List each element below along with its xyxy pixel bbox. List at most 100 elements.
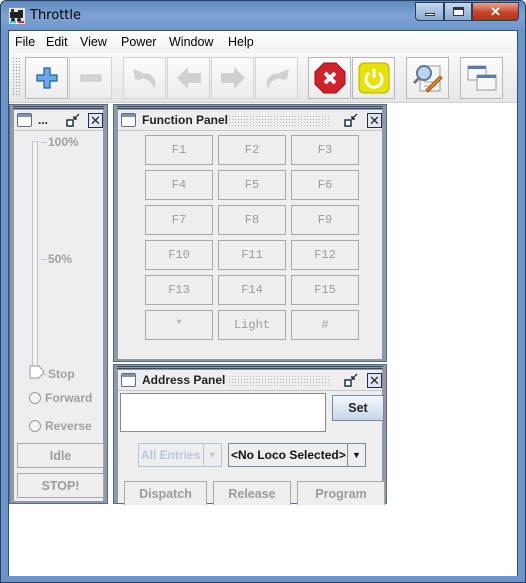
emergency-stop-button[interactable] xyxy=(308,57,351,99)
release-button[interactable]: Release xyxy=(213,481,291,505)
function-panel-close-button[interactable]: ✕ xyxy=(367,113,382,128)
undo-arrow-icon xyxy=(132,69,155,89)
toolbar-grip[interactable] xyxy=(12,57,20,97)
slider-label-100: 100% xyxy=(48,135,79,149)
address-panel-frame: Address Panel ✕ Set All Entries ▼ <No Lo… xyxy=(113,364,387,505)
speed-slider-thumb[interactable] xyxy=(29,365,45,379)
roster-filter-select: All Entries ▼ xyxy=(138,443,222,467)
windows-button[interactable] xyxy=(460,57,503,99)
toolbar xyxy=(9,53,517,103)
next-button[interactable] xyxy=(211,57,254,99)
roster-filter-value: All Entries xyxy=(141,448,201,462)
function-panel-title-bar[interactable]: Function Panel ✕ xyxy=(118,110,382,131)
menu-edit[interactable]: Edit xyxy=(46,35,68,49)
menu-file[interactable]: File xyxy=(15,35,35,49)
restore-icon[interactable] xyxy=(344,373,358,387)
tick-50 xyxy=(41,259,47,260)
menu-bar: File Edit View Power Window Help xyxy=(9,31,517,53)
minimize-icon xyxy=(424,13,435,16)
function-button-f13[interactable]: F13 xyxy=(145,275,213,305)
address-panel-title: Address Panel xyxy=(142,373,226,387)
remove-throttle-button[interactable] xyxy=(69,57,112,99)
menu-window[interactable]: Window xyxy=(169,35,213,49)
function-button-f3[interactable]: F3 xyxy=(291,135,359,165)
control-panel-title-bar[interactable]: ... ✕ xyxy=(14,110,103,131)
maximize-icon xyxy=(452,7,464,16)
chevron-down-icon: ▼ xyxy=(203,444,221,466)
slider-label-50: 50% xyxy=(48,252,73,266)
idle-button[interactable]: Idle xyxy=(17,443,104,468)
window-title: Throttle xyxy=(30,8,81,23)
program-button[interactable]: Program xyxy=(297,481,385,505)
restore-icon[interactable] xyxy=(66,113,80,127)
function-panel-frame: Function Panel ✕ F1 F2 F3 F4 F5 F6 F7 F8 F9 F10 F1… xyxy=(113,104,387,362)
close-button[interactable]: ✕ xyxy=(472,2,519,21)
function-button-f1[interactable]: F1 xyxy=(145,135,213,165)
desktop-pane: ... ✕ 100% 50% Stop Forward Reverse Idle… xyxy=(9,104,517,576)
loco-select-value: <No Loco Selected> xyxy=(231,448,346,462)
close-icon: ✕ xyxy=(90,113,101,128)
minimize-button[interactable] xyxy=(415,2,444,21)
tick-100 xyxy=(41,142,47,143)
power-icon xyxy=(358,62,389,94)
function-button-f5[interactable]: F5 xyxy=(218,170,286,200)
preferences-button[interactable] xyxy=(406,57,449,99)
power-button[interactable] xyxy=(352,57,395,99)
function-button-f12[interactable]: F12 xyxy=(291,240,359,270)
function-button-f6[interactable]: F6 xyxy=(291,170,359,200)
windows-icon xyxy=(467,65,496,91)
frame-icon xyxy=(121,113,136,127)
add-throttle-button[interactable] xyxy=(25,57,68,99)
address-panel-body: Set All Entries ▼ <No Loco Selected> ▼ D… xyxy=(118,391,385,505)
minus-icon xyxy=(80,74,101,82)
title-grip xyxy=(228,375,330,386)
client-area: File Edit View Power Window Help ... ✕ 1… xyxy=(8,30,518,576)
address-input[interactable] xyxy=(120,393,326,432)
stop-button[interactable]: STOP! xyxy=(17,473,104,498)
function-button-f10[interactable]: F10 xyxy=(145,240,213,270)
menu-help[interactable]: Help xyxy=(228,35,254,49)
menu-view[interactable]: View xyxy=(80,35,107,49)
frame-icon xyxy=(17,113,32,127)
address-panel-close-button[interactable]: ✕ xyxy=(367,373,382,388)
title-bar[interactable]: Throttle ✕ xyxy=(1,1,525,30)
function-button-f9[interactable]: F9 xyxy=(291,205,359,235)
title-grip xyxy=(228,115,330,126)
function-button-hash[interactable]: # xyxy=(291,310,359,340)
dispatch-button[interactable]: Dispatch xyxy=(124,481,207,505)
left-arrow-icon xyxy=(176,67,201,89)
function-panel-title: Function Panel xyxy=(142,113,229,127)
function-button-f14[interactable]: F14 xyxy=(218,275,286,305)
forward-radio[interactable] xyxy=(29,392,41,404)
menu-power[interactable]: Power xyxy=(121,35,156,49)
redo-button[interactable] xyxy=(255,57,298,99)
loco-select[interactable]: <No Loco Selected> ▼ xyxy=(228,443,366,467)
reverse-radio[interactable] xyxy=(29,420,41,432)
speed-slider-track[interactable] xyxy=(32,141,38,371)
close-icon: ✕ xyxy=(490,3,501,19)
redo-arrow-icon xyxy=(266,69,289,89)
previous-button[interactable] xyxy=(167,57,210,99)
set-button[interactable]: Set xyxy=(332,395,384,421)
chevron-down-icon[interactable]: ▼ xyxy=(347,444,365,466)
undo-button[interactable] xyxy=(123,57,166,99)
tick-stop xyxy=(41,374,47,375)
function-button-f2[interactable]: F2 xyxy=(218,135,286,165)
function-buttons-grid: F1 F2 F3 F4 F5 F6 F7 F8 F9 F10 F11 F12 F13 F14 F15 * Lig… xyxy=(118,131,382,359)
function-button-f7[interactable]: F7 xyxy=(145,205,213,235)
control-panel-close-button[interactable]: ✕ xyxy=(88,113,103,128)
address-panel-title-bar[interactable]: Address Panel ✕ xyxy=(118,370,382,391)
plus-icon xyxy=(35,67,58,89)
throttle-window: Throttle ✕ File Edit View Power Window H… xyxy=(0,0,526,583)
maximize-button[interactable] xyxy=(444,2,472,21)
right-arrow-icon xyxy=(220,67,245,89)
function-button-f15[interactable]: F15 xyxy=(291,275,359,305)
function-button-star[interactable]: * xyxy=(145,310,213,340)
function-button-light[interactable]: Light xyxy=(218,310,286,340)
function-button-f11[interactable]: F11 xyxy=(218,240,286,270)
function-button-f4[interactable]: F4 xyxy=(145,170,213,200)
reverse-label: Reverse xyxy=(45,419,92,433)
stop-octagon-icon xyxy=(314,62,345,94)
restore-icon[interactable] xyxy=(344,113,358,127)
function-button-f8[interactable]: F8 xyxy=(218,205,286,235)
